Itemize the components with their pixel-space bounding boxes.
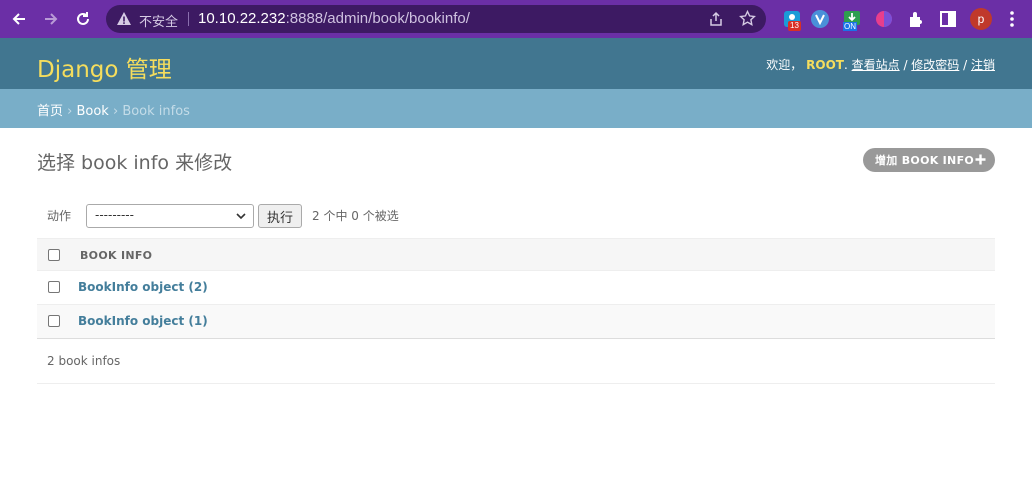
profile-avatar[interactable]: p <box>970 8 992 30</box>
username-dot: . <box>843 58 852 72</box>
extension-on-badge: ON <box>843 22 857 31</box>
divider <box>188 12 189 26</box>
paginator: 2 book infos <box>37 340 995 384</box>
results-table: BOOK INFO BookInfo object (2) BookInfo o… <box>37 238 995 339</box>
plus-icon <box>975 154 986 165</box>
chevron-down-icon <box>236 213 246 220</box>
action-select[interactable]: --------- <box>86 204 254 228</box>
address-bar[interactable]: 不安全 10.10.22.232:8888/admin/book/bookinf… <box>106 5 766 33</box>
column-header-book-info[interactable]: BOOK INFO <box>80 249 152 262</box>
table-row: BookInfo object (2) <box>37 271 995 305</box>
selection-counter: 2 个中 0 个被选 <box>312 209 399 223</box>
warning-icon <box>117 12 131 25</box>
security-label[interactable]: 不安全 <box>139 11 178 30</box>
logout-link[interactable]: 注销 <box>971 58 995 72</box>
result-count: 2 book infos <box>47 354 121 368</box>
breadcrumb-separator: › <box>63 104 77 119</box>
change-password-link[interactable]: 修改密码 <box>911 58 959 72</box>
more-menu-icon[interactable] <box>1005 9 1019 29</box>
actions-bar: 动作 --------- 执行 2 个中 0 个被选 <box>37 201 995 231</box>
reload-button[interactable] <box>72 8 94 30</box>
action-label: 动作 <box>47 209 72 223</box>
separator: / <box>899 58 912 72</box>
page-title: 选择 book info 来修改 <box>37 152 233 174</box>
user-tools: 欢迎， ROOT. 查看站点 / 修改密码 / 注销 <box>766 56 995 73</box>
breadcrumb-app[interactable]: Book <box>76 104 108 119</box>
welcome-text: 欢迎， <box>766 58 803 72</box>
back-button[interactable] <box>8 8 30 30</box>
select-all-checkbox[interactable] <box>48 249 60 261</box>
extension-v-icon[interactable] <box>810 9 830 29</box>
row-link[interactable]: BookInfo object (2) <box>78 280 208 294</box>
action-selected-value: --------- <box>95 208 134 222</box>
arrow-left-icon <box>12 13 25 25</box>
arrow-right-icon <box>45 13 58 25</box>
extension-badge: 13 <box>788 21 801 31</box>
breadcrumb: 首页 › Book › Book infos <box>0 89 1032 128</box>
url-host: 10.10.22.232 <box>198 10 286 27</box>
side-panel-icon[interactable] <box>938 9 958 29</box>
row-checkbox[interactable] <box>48 281 60 293</box>
view-site-link[interactable]: 查看站点 <box>852 58 900 72</box>
breadcrumb-current: Book infos <box>122 104 190 119</box>
reload-icon <box>77 12 89 25</box>
row-link[interactable]: BookInfo object (1) <box>78 314 208 328</box>
url-text[interactable]: 10.10.22.232:8888/admin/book/bookinfo/ <box>198 10 470 27</box>
forward-button[interactable] <box>40 8 62 30</box>
browser-toolbar: 不安全 10.10.22.232:8888/admin/book/bookinf… <box>0 0 1032 38</box>
bookmark-star-icon[interactable] <box>739 10 756 27</box>
extension-color-icon[interactable] <box>874 9 894 29</box>
url-path: :8888/admin/book/bookinfo/ <box>285 10 470 27</box>
add-button-label: 增加 BOOK INFO <box>875 154 975 167</box>
breadcrumb-home[interactable]: 首页 <box>37 104 63 119</box>
table-row: BookInfo object (1) <box>37 305 995 339</box>
breadcrumb-separator: › <box>108 104 123 119</box>
table-header: BOOK INFO <box>37 238 995 271</box>
add-book-info-button[interactable]: 增加 BOOK INFO <box>863 148 995 172</box>
admin-header: Django 管理 欢迎， ROOT. 查看站点 / 修改密码 / 注销 <box>0 38 1032 89</box>
share-icon[interactable] <box>708 11 724 27</box>
run-action-button[interactable]: 执行 <box>258 204 302 228</box>
username: ROOT <box>806 58 844 72</box>
separator: / <box>959 58 971 72</box>
row-checkbox[interactable] <box>48 315 60 327</box>
site-branding[interactable]: Django 管理 <box>37 50 172 84</box>
extensions-menu-icon[interactable] <box>906 9 926 29</box>
